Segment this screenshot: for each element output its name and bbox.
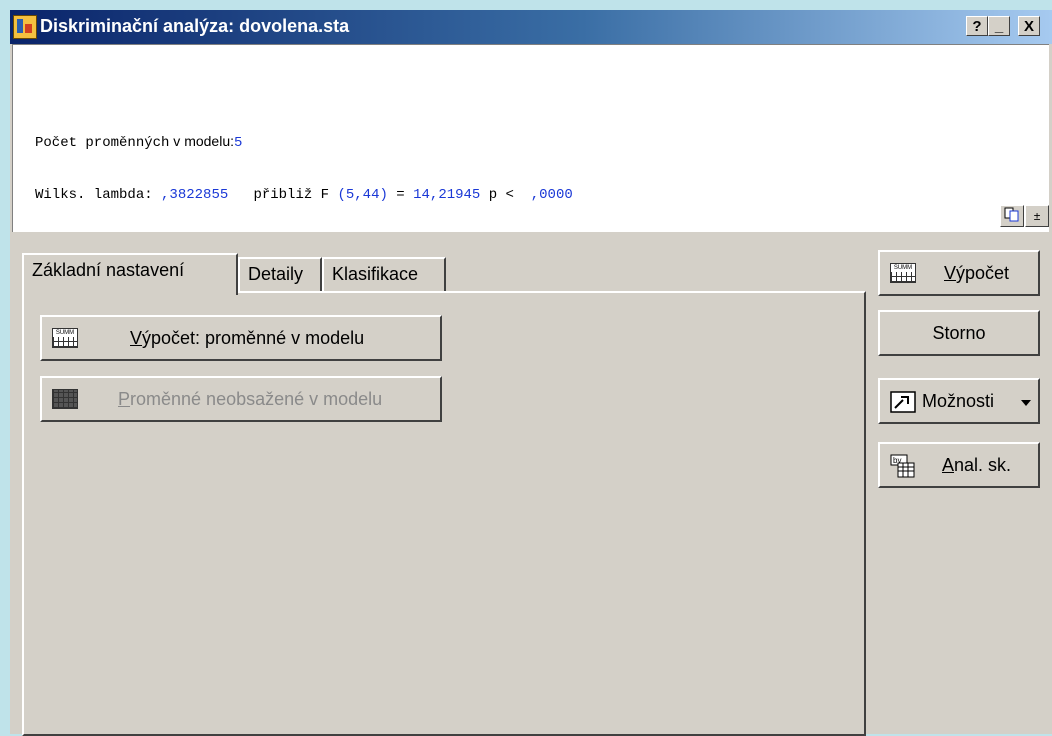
- mnemonic-v: V: [130, 328, 143, 348]
- wilks-label: Wilks. lambda:: [35, 187, 162, 203]
- options-dropdown-button[interactable]: Možnosti: [878, 378, 1040, 424]
- summary-grid-icon: [890, 263, 916, 283]
- results-output-area: Počet proměnných v modelu:5 Wilks. lambd…: [12, 44, 1049, 232]
- label-rest: ýpočet: proměnné v modelu: [142, 328, 365, 348]
- variables-not-in-model-button[interactable]: Proměnné neobsažené v modelu: [40, 376, 442, 422]
- wilks-lambda-value: ,3822855: [161, 187, 229, 203]
- wilks-lambda-line: Wilks. lambda: ,3822855 přibliž F (5,44)…: [35, 185, 573, 203]
- tab-zakladni-nastaveni[interactable]: Základní nastavení: [22, 253, 238, 295]
- close-button[interactable]: X: [1018, 16, 1040, 36]
- label-rest: ýpočet: [956, 263, 1010, 283]
- expand-toggle-button[interactable]: ±: [1025, 205, 1049, 227]
- variables-count-value: 5: [234, 135, 243, 151]
- compute-button[interactable]: Výpočet: [878, 250, 1040, 296]
- summary-grid-icon: [52, 328, 78, 348]
- by-group-icon: by: [890, 454, 915, 478]
- cancel-button-label: Storno: [932, 323, 986, 343]
- mnemonic-p: P: [118, 389, 131, 409]
- variables-not-in-model-label: Proměnné neobsažené v modelu: [118, 389, 382, 410]
- compute-variables-in-model-label: Výpočet: proměnné v modelu: [130, 328, 364, 349]
- mnemonic-a: A: [942, 455, 955, 475]
- group-analysis-button[interactable]: by Anal. sk.: [878, 442, 1040, 488]
- degrees-of-freedom: (5,44): [337, 187, 388, 203]
- p-label: p <: [480, 187, 531, 203]
- approx-f-label: přibliž F: [228, 187, 338, 203]
- help-button[interactable]: ?: [966, 16, 988, 36]
- variables-count-label-sans: v modelu:: [169, 133, 235, 149]
- variables-count-line: Počet proměnných v modelu:5: [35, 133, 242, 151]
- window-title: Diskriminační analýza: dovolena.sta: [40, 16, 350, 36]
- tab-klasifikace[interactable]: Klasifikace: [322, 257, 446, 291]
- spreadsheet-grid-icon: [52, 389, 78, 409]
- cancel-button[interactable]: Storno: [878, 310, 1040, 356]
- mnemonic-v: V: [944, 263, 957, 283]
- title-bar[interactable]: Diskriminační analýza: dovolena.sta ? _ …: [10, 10, 1052, 44]
- p-value: ,0000: [530, 187, 573, 203]
- options-label: Možnosti: [922, 391, 995, 411]
- copy-icon: [1004, 207, 1019, 222]
- copy-button[interactable]: [1000, 205, 1024, 227]
- label-rest: nal. sk.: [954, 455, 1012, 475]
- statistica-app-icon: [13, 15, 37, 39]
- label-rest: roměnné neobsažené v modelu: [130, 389, 383, 409]
- minimize-button[interactable]: _: [988, 16, 1010, 36]
- group-analysis-label: Anal. sk.: [942, 455, 1011, 476]
- f-value: 14,21945: [413, 187, 481, 203]
- chevron-down-icon: [1021, 400, 1031, 406]
- variables-count-label: Počet proměnných: [35, 135, 170, 151]
- options-icon: [890, 391, 916, 413]
- compute-button-label: Výpočet: [944, 263, 1009, 284]
- compute-variables-in-model-button[interactable]: Výpočet: proměnné v modelu: [40, 315, 442, 361]
- dialog-window: Diskriminační analýza: dovolena.sta ? _ …: [10, 10, 1052, 736]
- equals-sign: =: [387, 187, 414, 203]
- tab-detaily[interactable]: Detaily: [238, 257, 322, 291]
